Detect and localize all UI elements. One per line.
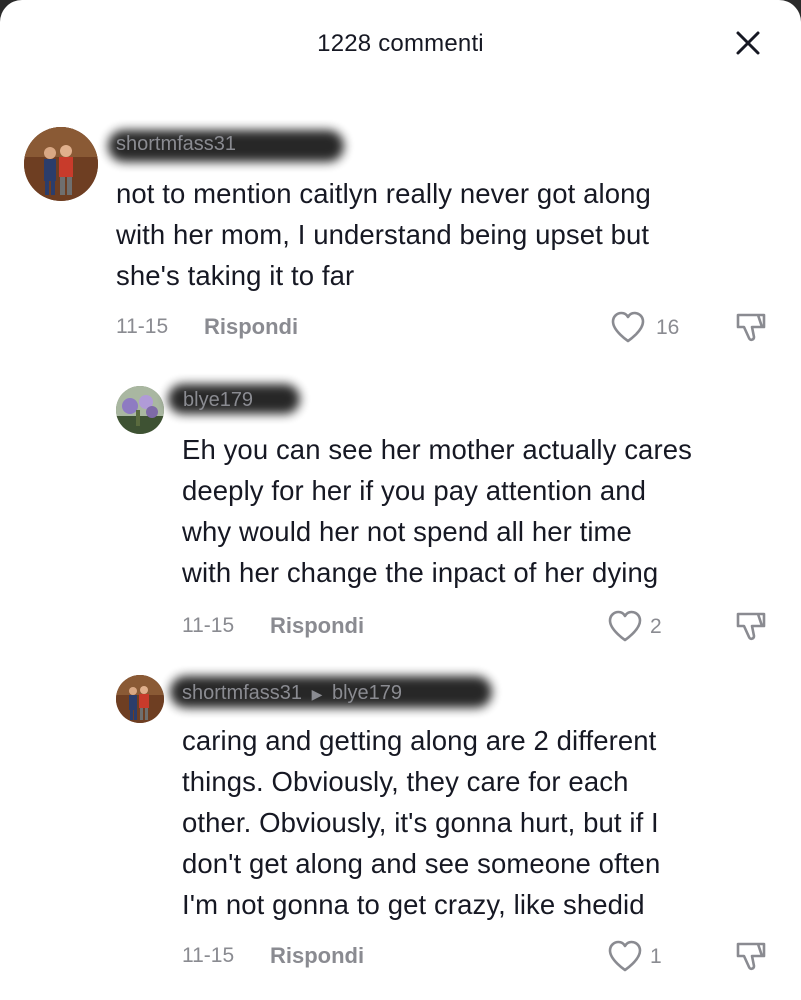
comment-text-line: I'm not gonna to get crazy, like shedid bbox=[182, 889, 645, 920]
dislike-button[interactable] bbox=[734, 939, 768, 978]
comment-text-line: caring and getting along are 2 different bbox=[182, 725, 657, 756]
heart-outline-icon bbox=[608, 940, 642, 972]
comment-text-line: things. Obviously, they care for each bbox=[182, 766, 629, 797]
caret-right-icon: ▶ bbox=[311, 686, 323, 702]
like-button[interactable] bbox=[607, 940, 643, 977]
like-count: 1 bbox=[650, 945, 662, 968]
comment-text-line: don't get along and see someone often bbox=[182, 848, 661, 879]
comment-username: shortmfass31 ▶ blye179 bbox=[182, 682, 402, 705]
comments-sheet: 1228 commenti shortmfass31 not to mentio… bbox=[0, 0, 801, 1000]
avatar[interactable] bbox=[116, 675, 164, 723]
comment-text-line: other. Obviously, it's gonna hurt, but i… bbox=[182, 807, 659, 838]
comment-date: 11-15 bbox=[182, 944, 235, 967]
comment-username-link[interactable]: shortmfass31 bbox=[182, 682, 302, 704]
reply-button[interactable]: Rispondi bbox=[270, 943, 364, 969]
reply-item: shortmfass31 ▶ blye179 caring and gettin… bbox=[0, 0, 801, 1000]
thumbs-down-icon bbox=[736, 942, 766, 971]
reply-to-username[interactable]: blye179 bbox=[332, 682, 402, 704]
comment-text: caring and getting along are 2 different… bbox=[182, 720, 782, 925]
